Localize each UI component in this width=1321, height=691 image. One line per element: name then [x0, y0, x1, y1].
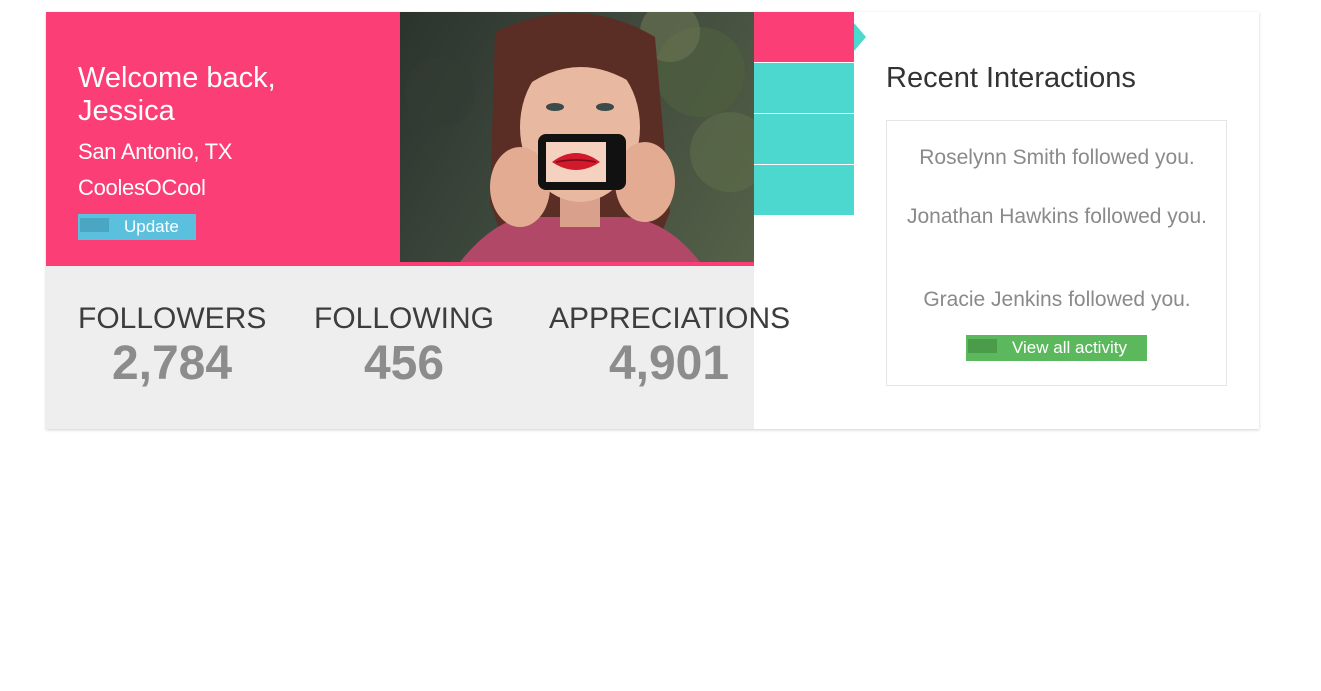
- location-text: San Antonio, TX: [78, 139, 233, 164]
- active-tab-arrow-icon: [854, 23, 866, 51]
- stat-followers: FOLLOWERS 2,784: [78, 302, 266, 390]
- profile-card: Welcome back, Jessica San Antonio, TX Co…: [46, 12, 1259, 429]
- profile-panel: Welcome back, Jessica San Antonio, TX Co…: [46, 12, 400, 266]
- username-text: CoolesOCool: [78, 175, 206, 200]
- interaction-item: Jonathan Hawkins followed you.: [906, 205, 1207, 228]
- stat-following: FOLLOWING 456: [314, 302, 494, 390]
- view-all-activity-button[interactable]: View all activity: [966, 335, 1147, 361]
- tab-3[interactable]: [754, 114, 854, 164]
- profile-photo-illustration: [405, 12, 754, 262]
- stat-value: 2,784: [111, 337, 233, 390]
- update-icon: [80, 218, 109, 232]
- activity-icon: [968, 339, 997, 353]
- interaction-item: Gracie Jenkins followed you.: [923, 288, 1191, 311]
- update-button[interactable]: Update: [78, 214, 196, 240]
- tab-1[interactable]: [754, 12, 866, 62]
- stat-value: 456: [363, 337, 445, 390]
- tab-strip: [754, 12, 866, 216]
- interactions-box: Roselynn Smith followed you. Jonathan Ha…: [886, 120, 1227, 386]
- welcome-heading: Welcome back, Jessica: [78, 62, 276, 127]
- stat-label: FOLLOWERS: [78, 302, 267, 335]
- view-all-label: View all activity: [1012, 338, 1127, 357]
- interactions-title: Recent Interactions: [886, 62, 1136, 94]
- tab-4[interactable]: [754, 165, 854, 215]
- stat-label: FOLLOWING: [314, 302, 495, 335]
- update-button-label: Update: [124, 217, 179, 236]
- interaction-item: Roselynn Smith followed you.: [919, 146, 1195, 169]
- stat-label: APPRECIATIONS: [549, 302, 791, 335]
- tab-2[interactable]: [754, 63, 854, 113]
- stats-panel: FOLLOWERS 2,784 FOLLOWING 456 APPRECIATI…: [46, 266, 790, 429]
- profile-photo: [400, 12, 754, 266]
- stat-value: 4,901: [608, 337, 730, 390]
- stat-appreciations: APPRECIATIONS 4,901: [549, 302, 791, 390]
